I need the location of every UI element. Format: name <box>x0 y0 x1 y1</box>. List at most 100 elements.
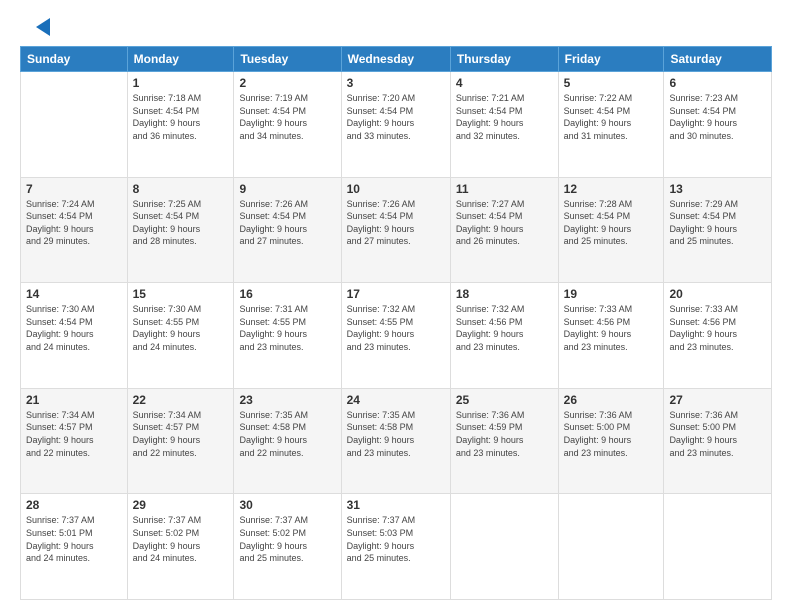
day-number: 3 <box>347 76 445 90</box>
day-number: 12 <box>564 182 659 196</box>
calendar-cell: 1 Sunrise: 7:18 AM Sunset: 4:54 PM Daylig… <box>127 72 234 178</box>
day-number: 26 <box>564 393 659 407</box>
calendar-header-monday: Monday <box>127 47 234 72</box>
calendar-cell: 3Sunrise: 7:20 AM Sunset: 4:54 PM Daylig… <box>341 72 450 178</box>
day-info: Sunrise: 7:34 AM Sunset: 4:57 PM Dayligh… <box>26 409 122 459</box>
calendar-cell: 27 Sunrise: 7:36 AM Sunset: 5:00 PM Dayli… <box>664 388 772 494</box>
calendar-cell <box>558 494 664 600</box>
calendar-header-wednesday: Wednesday <box>341 47 450 72</box>
calendar-header-row: SundayMondayTuesdayWednesdayThursdayFrid… <box>21 47 772 72</box>
calendar-cell: 26 Sunrise: 7:36 AM Sunset: 5:00 PM Dayli… <box>558 388 664 494</box>
calendar-cell: 4 Sunrise: 7:21 AM Sunset: 4:54 PM Daylig… <box>450 72 558 178</box>
calendar-header-thursday: Thursday <box>450 47 558 72</box>
day-info: Sunrise: 7:34 AM Sunset: 4:57 PM Dayligh… <box>133 409 229 459</box>
day-info: Sunrise: 7:36 AM Sunset: 5:00 PM Dayligh… <box>669 409 766 459</box>
day-info: Sunrise: 7:31 AM Sunset: 4:55 PM Dayligh… <box>239 303 335 353</box>
calendar-cell: 16 Sunrise: 7:31 AM Sunset: 4:55 PM Dayli… <box>234 283 341 389</box>
day-number: 5 <box>564 76 659 90</box>
day-info: Sunrise: 7:36 AM Sunset: 4:59 PM Dayligh… <box>456 409 553 459</box>
header <box>20 18 772 36</box>
day-info: Sunrise: 7:29 AM Sunset: 4:54 PM Dayligh… <box>669 198 766 248</box>
logo <box>20 18 50 36</box>
calendar-cell: 29Sunrise: 7:37 AM Sunset: 5:02 PM Dayli… <box>127 494 234 600</box>
day-info: Sunrise: 7:25 AM Sunset: 4:54 PM Dayligh… <box>133 198 229 248</box>
day-number: 28 <box>26 498 122 512</box>
day-number: 27 <box>669 393 766 407</box>
day-number: 6 <box>669 76 766 90</box>
calendar-cell: 22 Sunrise: 7:34 AM Sunset: 4:57 PM Dayli… <box>127 388 234 494</box>
calendar-cell: 10 Sunrise: 7:26 AM Sunset: 4:54 PM Dayli… <box>341 177 450 283</box>
day-number: 17 <box>347 287 445 301</box>
calendar-week-row: 21Sunrise: 7:34 AM Sunset: 4:57 PM Dayli… <box>21 388 772 494</box>
day-number: 1 <box>133 76 229 90</box>
day-number: 14 <box>26 287 122 301</box>
day-number: 7 <box>26 182 122 196</box>
calendar-week-row: 1 Sunrise: 7:18 AM Sunset: 4:54 PM Daylig… <box>21 72 772 178</box>
logo-flag-icon <box>22 18 50 36</box>
day-info: Sunrise: 7:24 AM Sunset: 4:54 PM Dayligh… <box>26 198 122 248</box>
day-number: 4 <box>456 76 553 90</box>
day-info: Sunrise: 7:30 AM Sunset: 4:55 PM Dayligh… <box>133 303 229 353</box>
day-info: Sunrise: 7:36 AM Sunset: 5:00 PM Dayligh… <box>564 409 659 459</box>
day-number: 8 <box>133 182 229 196</box>
calendar-header-sunday: Sunday <box>21 47 128 72</box>
day-info: Sunrise: 7:22 AM Sunset: 4:54 PM Dayligh… <box>564 92 659 142</box>
calendar-cell: 17Sunrise: 7:32 AM Sunset: 4:55 PM Dayli… <box>341 283 450 389</box>
calendar-cell <box>450 494 558 600</box>
day-info: Sunrise: 7:18 AM Sunset: 4:54 PM Dayligh… <box>133 92 229 142</box>
day-number: 16 <box>239 287 335 301</box>
calendar-cell: 20Sunrise: 7:33 AM Sunset: 4:56 PM Dayli… <box>664 283 772 389</box>
day-number: 2 <box>239 76 335 90</box>
calendar-header-friday: Friday <box>558 47 664 72</box>
day-number: 18 <box>456 287 553 301</box>
day-info: Sunrise: 7:28 AM Sunset: 4:54 PM Dayligh… <box>564 198 659 248</box>
calendar-cell: 9 Sunrise: 7:26 AM Sunset: 4:54 PM Daylig… <box>234 177 341 283</box>
calendar-cell: 7 Sunrise: 7:24 AM Sunset: 4:54 PM Daylig… <box>21 177 128 283</box>
calendar-cell: 15 Sunrise: 7:30 AM Sunset: 4:55 PM Dayli… <box>127 283 234 389</box>
day-number: 9 <box>239 182 335 196</box>
calendar-week-row: 7 Sunrise: 7:24 AM Sunset: 4:54 PM Daylig… <box>21 177 772 283</box>
day-info: Sunrise: 7:37 AM Sunset: 5:01 PM Dayligh… <box>26 514 122 564</box>
calendar-cell: 5 Sunrise: 7:22 AM Sunset: 4:54 PM Daylig… <box>558 72 664 178</box>
calendar-cell <box>21 72 128 178</box>
calendar-cell: 30 Sunrise: 7:37 AM Sunset: 5:02 PM Dayli… <box>234 494 341 600</box>
day-number: 13 <box>669 182 766 196</box>
day-info: Sunrise: 7:26 AM Sunset: 4:54 PM Dayligh… <box>347 198 445 248</box>
calendar-cell: 18 Sunrise: 7:32 AM Sunset: 4:56 PM Dayli… <box>450 283 558 389</box>
calendar-cell: 23Sunrise: 7:35 AM Sunset: 4:58 PM Dayli… <box>234 388 341 494</box>
day-info: Sunrise: 7:37 AM Sunset: 5:02 PM Dayligh… <box>239 514 335 564</box>
calendar-cell: 12 Sunrise: 7:28 AM Sunset: 4:54 PM Dayli… <box>558 177 664 283</box>
calendar-cell: 13 Sunrise: 7:29 AM Sunset: 4:54 PM Dayli… <box>664 177 772 283</box>
day-info: Sunrise: 7:27 AM Sunset: 4:54 PM Dayligh… <box>456 198 553 248</box>
calendar-cell: 31 Sunrise: 7:37 AM Sunset: 5:03 PM Dayli… <box>341 494 450 600</box>
day-info: Sunrise: 7:19 AM Sunset: 4:54 PM Dayligh… <box>239 92 335 142</box>
calendar-cell: 28 Sunrise: 7:37 AM Sunset: 5:01 PM Dayli… <box>21 494 128 600</box>
calendar-cell: 14 Sunrise: 7:30 AM Sunset: 4:54 PM Dayli… <box>21 283 128 389</box>
day-number: 24 <box>347 393 445 407</box>
page: SundayMondayTuesdayWednesdayThursdayFrid… <box>0 0 792 612</box>
day-number: 10 <box>347 182 445 196</box>
day-number: 23 <box>239 393 335 407</box>
day-info: Sunrise: 7:33 AM Sunset: 4:56 PM Dayligh… <box>669 303 766 353</box>
calendar-table: SundayMondayTuesdayWednesdayThursdayFrid… <box>20 46 772 600</box>
calendar-week-row: 14 Sunrise: 7:30 AM Sunset: 4:54 PM Dayli… <box>21 283 772 389</box>
day-number: 19 <box>564 287 659 301</box>
day-info: Sunrise: 7:30 AM Sunset: 4:54 PM Dayligh… <box>26 303 122 353</box>
calendar-cell: 8 Sunrise: 7:25 AM Sunset: 4:54 PM Daylig… <box>127 177 234 283</box>
calendar-cell <box>664 494 772 600</box>
day-info: Sunrise: 7:21 AM Sunset: 4:54 PM Dayligh… <box>456 92 553 142</box>
day-info: Sunrise: 7:32 AM Sunset: 4:56 PM Dayligh… <box>456 303 553 353</box>
calendar-cell: 21Sunrise: 7:34 AM Sunset: 4:57 PM Dayli… <box>21 388 128 494</box>
day-number: 22 <box>133 393 229 407</box>
day-number: 11 <box>456 182 553 196</box>
calendar-cell: 25 Sunrise: 7:36 AM Sunset: 4:59 PM Dayli… <box>450 388 558 494</box>
day-number: 15 <box>133 287 229 301</box>
day-number: 31 <box>347 498 445 512</box>
day-info: Sunrise: 7:26 AM Sunset: 4:54 PM Dayligh… <box>239 198 335 248</box>
day-number: 25 <box>456 393 553 407</box>
calendar-cell: 19Sunrise: 7:33 AM Sunset: 4:56 PM Dayli… <box>558 283 664 389</box>
day-info: Sunrise: 7:23 AM Sunset: 4:54 PM Dayligh… <box>669 92 766 142</box>
day-info: Sunrise: 7:37 AM Sunset: 5:03 PM Dayligh… <box>347 514 445 564</box>
day-info: Sunrise: 7:35 AM Sunset: 4:58 PM Dayligh… <box>347 409 445 459</box>
day-number: 30 <box>239 498 335 512</box>
